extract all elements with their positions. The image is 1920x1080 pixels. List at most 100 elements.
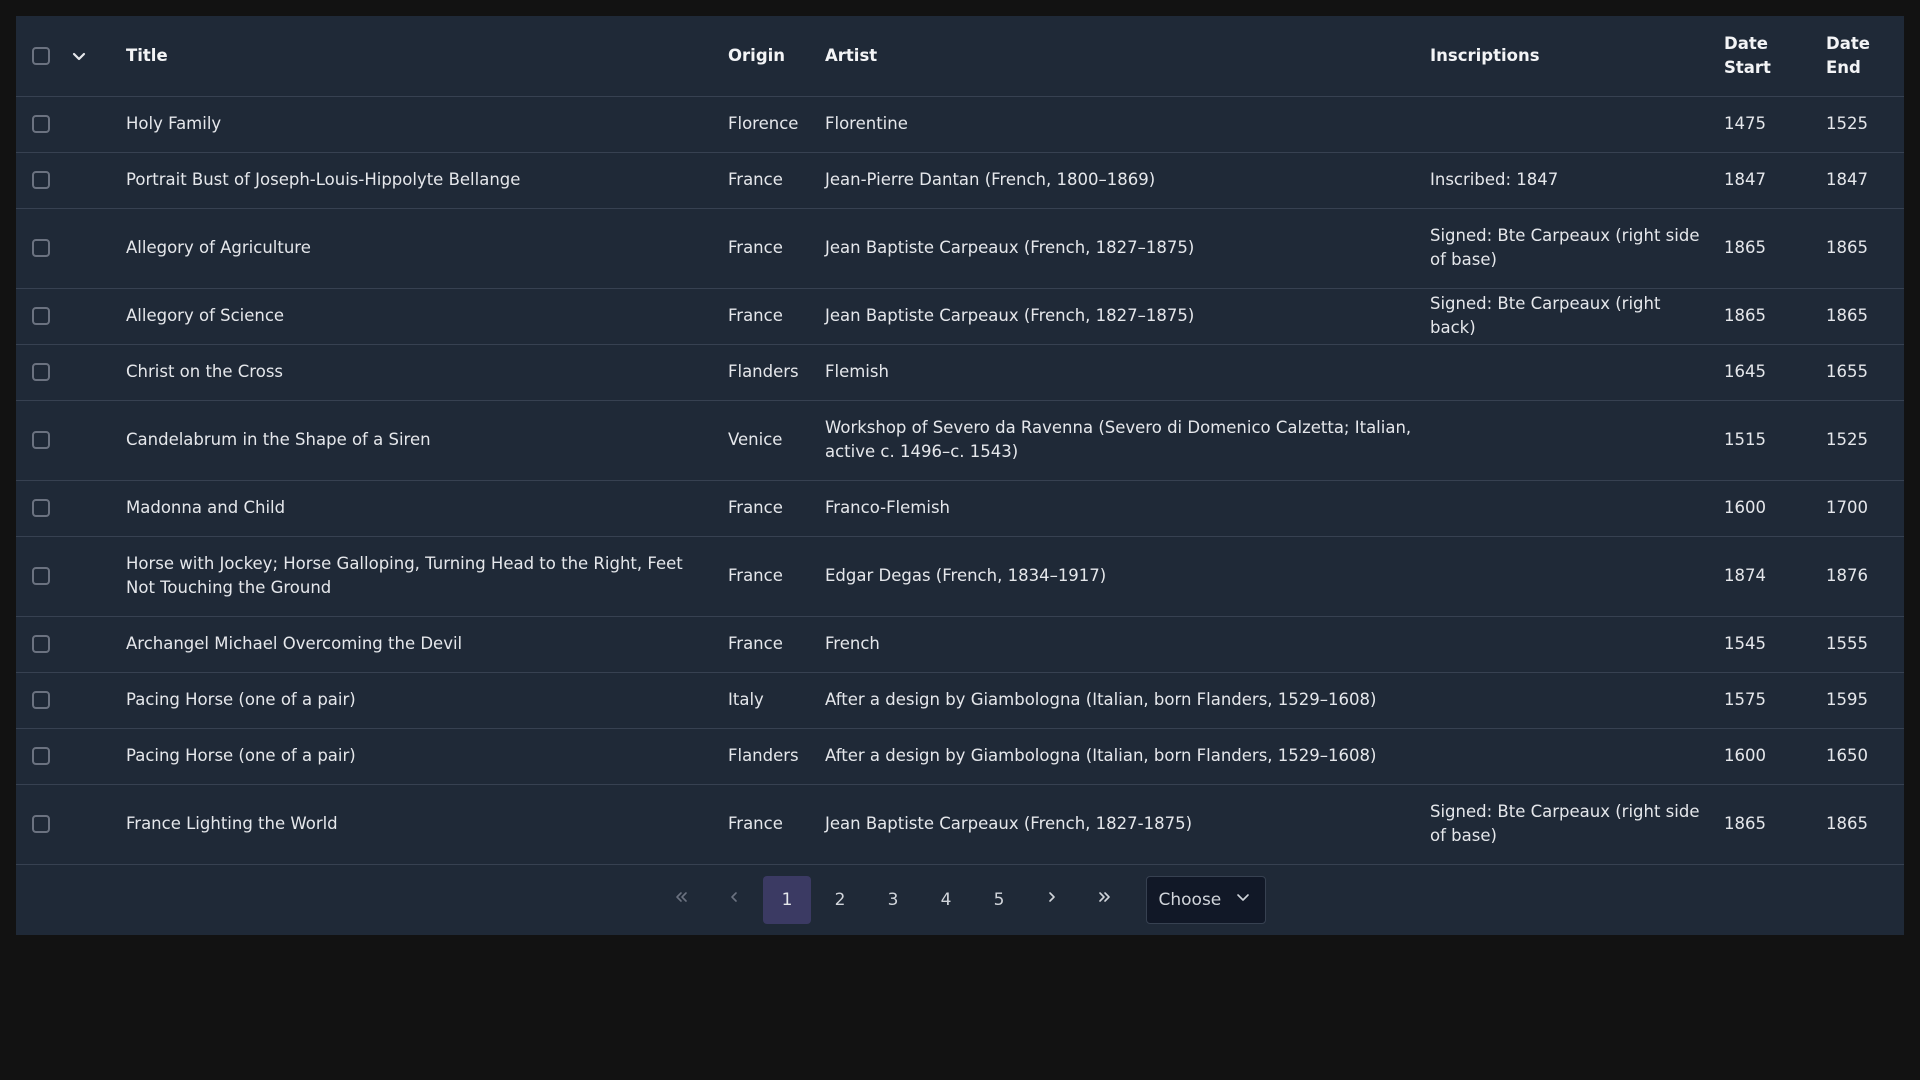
page-button-3[interactable]: 3 bbox=[869, 876, 917, 924]
cell-inscriptions: Signed: Bte Carpeaux (right side of base… bbox=[1430, 784, 1724, 865]
cell-inscriptions bbox=[1430, 400, 1724, 481]
cell-title: Horse with Jockey; Horse Galloping, Turn… bbox=[126, 536, 728, 617]
cell-origin: France bbox=[728, 480, 825, 537]
row-select-cell bbox=[16, 672, 126, 729]
cell-date-start: 1865 bbox=[1724, 288, 1826, 345]
cell-title: Portrait Bust of Joseph-Louis-Hippolyte … bbox=[126, 152, 728, 209]
row-select-cell bbox=[16, 616, 126, 673]
cell-origin: France bbox=[728, 208, 825, 289]
table-row[interactable]: Archangel Michael Overcoming the Devil F… bbox=[16, 616, 1904, 673]
table-row[interactable]: Horse with Jockey; Horse Galloping, Turn… bbox=[16, 536, 1904, 617]
row-select-cell bbox=[16, 536, 126, 617]
next-page-button[interactable] bbox=[1028, 876, 1076, 924]
cell-date-end: 1865 bbox=[1826, 288, 1904, 345]
previous-page-button[interactable] bbox=[710, 876, 758, 924]
cell-origin: Flanders bbox=[728, 728, 825, 785]
cell-date-start: 1575 bbox=[1724, 672, 1826, 729]
table-row[interactable]: Allegory of Agriculture France Jean Bapt… bbox=[16, 208, 1904, 289]
row-checkbox[interactable] bbox=[32, 431, 50, 449]
page-button-1[interactable]: 1 bbox=[763, 875, 811, 924]
cell-inscriptions: Signed: Bte Carpeaux (right side of base… bbox=[1430, 208, 1724, 289]
cell-artist: Jean Baptiste Carpeaux (French, 1827-187… bbox=[825, 784, 1430, 865]
table-row[interactable]: Madonna and Child France Franco-Flemish … bbox=[16, 480, 1904, 537]
chevron-left-icon bbox=[726, 889, 742, 910]
cell-artist: After a design by Giambologna (Italian, … bbox=[825, 728, 1430, 785]
row-checkbox[interactable] bbox=[32, 307, 50, 325]
cell-origin: Italy bbox=[728, 672, 825, 729]
cell-date-start: 1545 bbox=[1724, 616, 1826, 673]
cell-date-end: 1525 bbox=[1826, 400, 1904, 481]
artworks-table: Title Origin Artist Inscriptions Date St… bbox=[16, 16, 1904, 865]
row-checkbox[interactable] bbox=[32, 567, 50, 585]
cell-date-start: 1515 bbox=[1724, 400, 1826, 481]
table-row[interactable]: Holy Family Florence Florentine 1475 152… bbox=[16, 96, 1904, 153]
cell-inscriptions bbox=[1430, 480, 1724, 537]
cell-date-start: 1874 bbox=[1724, 536, 1826, 617]
cell-date-end: 1847 bbox=[1826, 152, 1904, 209]
row-checkbox[interactable] bbox=[32, 499, 50, 517]
first-page-button[interactable] bbox=[657, 876, 705, 924]
cell-artist: Jean Baptiste Carpeaux (French, 1827–187… bbox=[825, 288, 1430, 345]
table-row[interactable]: Portrait Bust of Joseph-Louis-Hippolyte … bbox=[16, 152, 1904, 209]
row-select-cell bbox=[16, 480, 126, 537]
column-header-origin[interactable]: Origin bbox=[728, 16, 825, 97]
column-header-date-end[interactable]: Date End bbox=[1826, 16, 1904, 97]
cell-origin: France bbox=[728, 784, 825, 865]
column-header-date-start[interactable]: Date Start bbox=[1724, 16, 1826, 97]
page-size-select[interactable]: Choose bbox=[1145, 875, 1266, 924]
table-row[interactable]: Christ on the Cross Flanders Flemish 164… bbox=[16, 344, 1904, 401]
cell-date-start: 1600 bbox=[1724, 480, 1826, 537]
row-select-cell bbox=[16, 728, 126, 785]
row-checkbox[interactable] bbox=[32, 747, 50, 765]
table-row[interactable]: Pacing Horse (one of a pair) Flanders Af… bbox=[16, 728, 1904, 785]
page-button-5[interactable]: 5 bbox=[975, 876, 1023, 924]
cell-inscriptions bbox=[1430, 536, 1724, 617]
table-row[interactable]: Allegory of Science France Jean Baptiste… bbox=[16, 288, 1904, 345]
row-checkbox[interactable] bbox=[32, 815, 50, 833]
cell-date-start: 1645 bbox=[1724, 344, 1826, 401]
row-select-cell bbox=[16, 344, 126, 401]
cell-date-start: 1600 bbox=[1724, 728, 1826, 785]
row-checkbox[interactable] bbox=[32, 115, 50, 133]
row-checkbox[interactable] bbox=[32, 691, 50, 709]
cell-title: Pacing Horse (one of a pair) bbox=[126, 728, 728, 785]
row-select-cell bbox=[16, 152, 126, 209]
cell-inscriptions: Signed: Bte Carpeaux (right back) bbox=[1430, 288, 1724, 345]
row-select-cell bbox=[16, 784, 126, 865]
page-size-placeholder: Choose bbox=[1158, 889, 1222, 910]
cell-artist: After a design by Giambologna (Italian, … bbox=[825, 672, 1430, 729]
cell-title: Allegory of Agriculture bbox=[126, 208, 728, 289]
cell-origin: Florence bbox=[728, 96, 825, 153]
last-page-button[interactable] bbox=[1081, 876, 1129, 924]
cell-date-end: 1865 bbox=[1826, 784, 1904, 865]
row-checkbox[interactable] bbox=[32, 171, 50, 189]
chevron-right-icon bbox=[1044, 889, 1060, 910]
cell-title: Christ on the Cross bbox=[126, 344, 728, 401]
chevron-down-icon bbox=[1235, 889, 1251, 910]
cell-inscriptions bbox=[1430, 672, 1724, 729]
table-body: Holy Family Florence Florentine 1475 152… bbox=[16, 96, 1904, 865]
page-button-2[interactable]: 2 bbox=[816, 876, 864, 924]
cell-date-end: 1555 bbox=[1826, 616, 1904, 673]
select-all-checkbox[interactable] bbox=[32, 46, 50, 65]
row-checkbox[interactable] bbox=[32, 239, 50, 257]
row-select-cell bbox=[16, 288, 126, 345]
cell-origin: France bbox=[728, 288, 825, 345]
pagination: 1 2 3 4 5 Choose bbox=[16, 865, 1904, 935]
row-select-cell bbox=[16, 400, 126, 481]
column-header-artist[interactable]: Artist bbox=[825, 16, 1430, 97]
cell-title: Pacing Horse (one of a pair) bbox=[126, 672, 728, 729]
cell-date-end: 1525 bbox=[1826, 96, 1904, 153]
table-row[interactable]: Candelabrum in the Shape of a Siren Veni… bbox=[16, 400, 1904, 481]
column-header-inscriptions[interactable]: Inscriptions bbox=[1430, 16, 1724, 97]
row-checkbox[interactable] bbox=[32, 635, 50, 653]
chevron-down-icon[interactable] bbox=[70, 47, 88, 65]
cell-origin: France bbox=[728, 152, 825, 209]
row-select-cell bbox=[16, 208, 126, 289]
row-checkbox[interactable] bbox=[32, 363, 50, 381]
page-button-4[interactable]: 4 bbox=[922, 876, 970, 924]
column-header-title[interactable]: Title bbox=[126, 16, 728, 97]
table-row[interactable]: Pacing Horse (one of a pair) Italy After… bbox=[16, 672, 1904, 729]
cell-date-start: 1865 bbox=[1724, 784, 1826, 865]
table-row[interactable]: France Lighting the World France Jean Ba… bbox=[16, 784, 1904, 865]
